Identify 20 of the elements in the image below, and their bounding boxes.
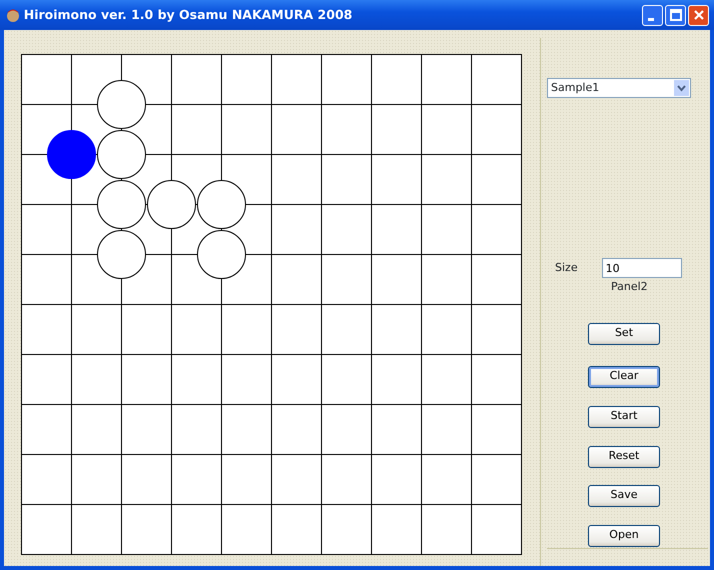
close-icon <box>692 9 704 21</box>
maximize-button[interactable] <box>665 4 686 26</box>
focused-button[interactable]: Clear <box>588 366 660 388</box>
action-button[interactable]: Save <box>588 484 660 506</box>
action-button[interactable]: Start <box>588 406 660 428</box>
chevron-down-icon <box>677 84 686 92</box>
action-button[interactable]: Open <box>588 524 660 546</box>
app-icon <box>5 7 21 23</box>
action-button[interactable]: Set <box>588 322 660 344</box>
close-button[interactable] <box>688 4 709 26</box>
size-label: Size <box>555 260 578 276</box>
sample-dropdown[interactable]: Sample1 <box>547 78 691 98</box>
maximize-icon <box>670 9 682 21</box>
minimize-icon <box>648 18 654 20</box>
game-board[interactable] <box>21 54 522 555</box>
minimize-button[interactable] <box>642 4 663 26</box>
panel-label: Panel2 <box>611 279 648 295</box>
window-title: Hiroimono ver. 1.0 by Osamu NAKAMURA 2008 <box>24 6 352 24</box>
size-field[interactable]: 10 <box>602 258 682 278</box>
action-button[interactable]: Reset <box>588 446 660 468</box>
